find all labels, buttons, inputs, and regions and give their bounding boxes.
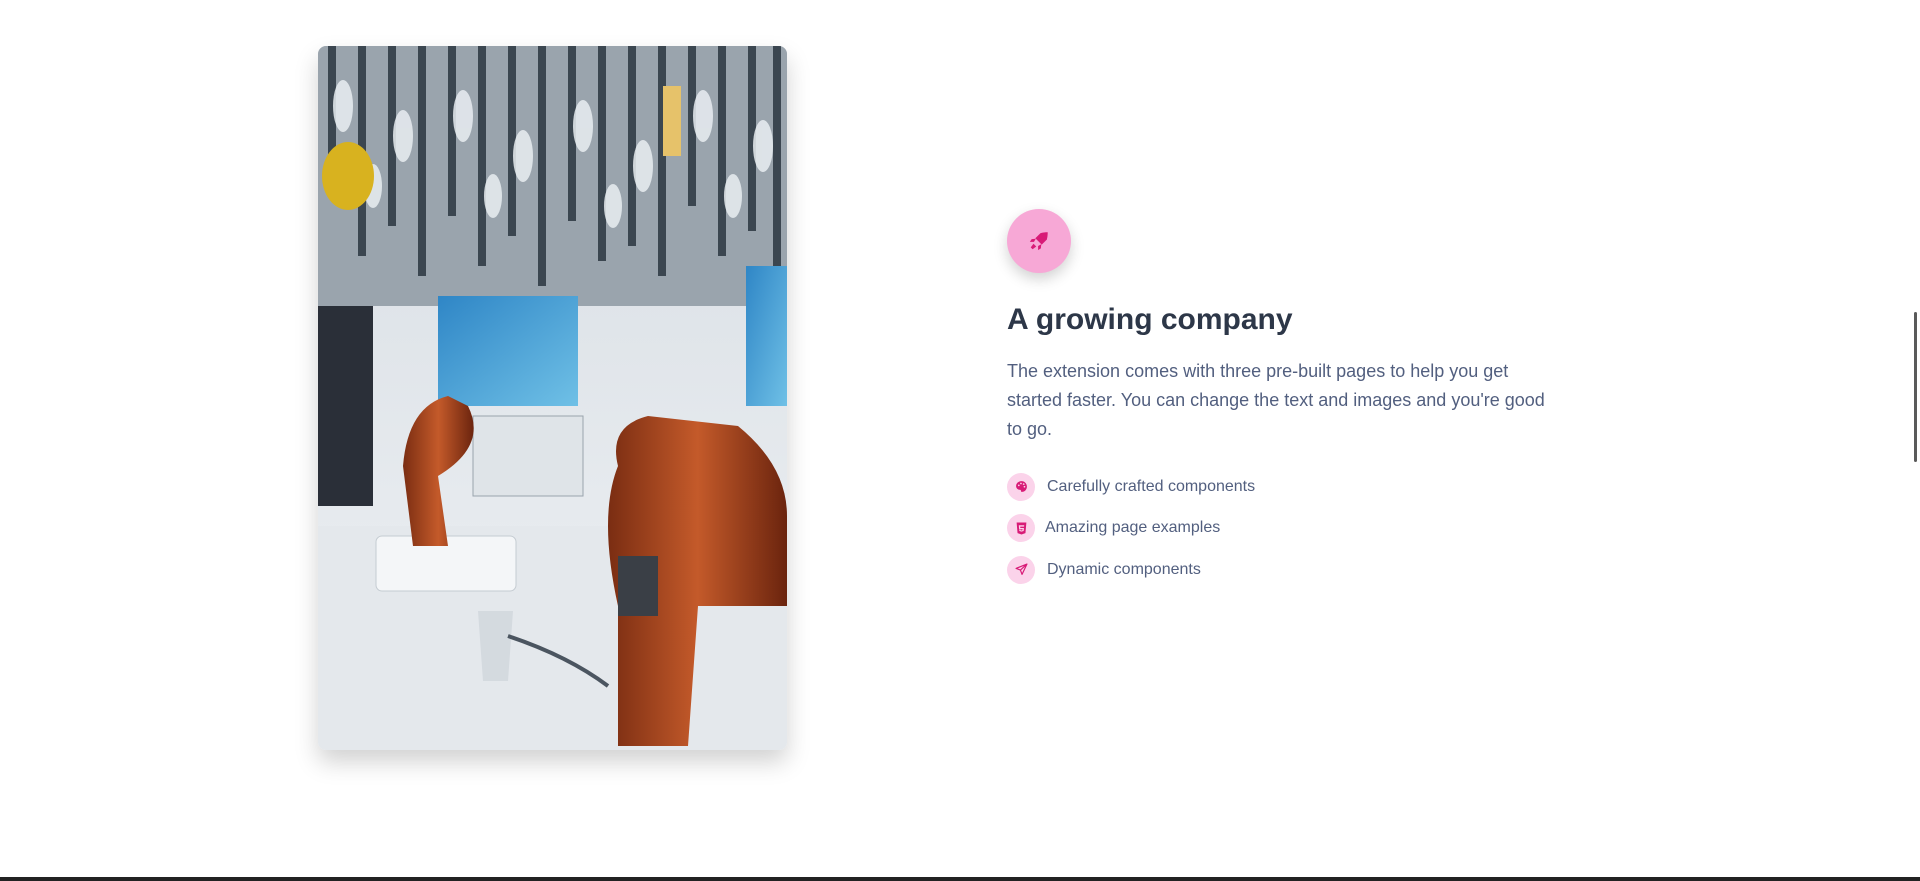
feature-description: The extension comes with three pre-built… [1007, 361, 1545, 439]
feature-heading: A growing company [1007, 303, 1293, 336]
list-item: Dynamic components [1007, 549, 1567, 591]
palette-icon [1015, 481, 1027, 493]
robot-bar-photo [318, 46, 787, 750]
paper-plane-icon-badge [1007, 555, 1035, 584]
feature-block: A growing company The extension comes wi… [1007, 209, 1567, 591]
scrollbar-thumb[interactable] [1914, 312, 1917, 462]
feature-list: Carefully crafted components Amazing pag… [1007, 466, 1567, 591]
paper-plane-icon [1014, 563, 1028, 576]
rocket-icon-circle [1007, 209, 1071, 273]
html5-icon [1016, 522, 1026, 535]
list-item-label: Dynamic components [1047, 560, 1201, 578]
list-item: Amazing page examples [1007, 508, 1567, 550]
list-item-label: Carefully crafted components [1047, 477, 1256, 495]
html5-icon-badge [1007, 514, 1035, 543]
rocket-icon [1029, 232, 1048, 251]
footer-edge [0, 877, 1920, 881]
list-item-label: Amazing page examples [1045, 519, 1221, 537]
feature-image [318, 46, 787, 750]
palette-icon-badge [1007, 472, 1035, 501]
list-item: Carefully crafted components [1007, 466, 1567, 508]
